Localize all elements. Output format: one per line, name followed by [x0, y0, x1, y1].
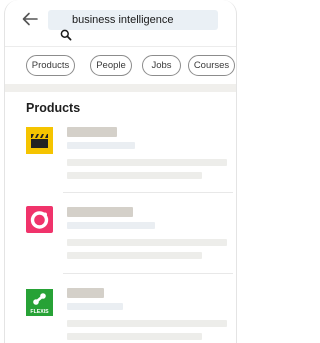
arrow-left-icon: [22, 12, 38, 26]
clapperboard-icon: [31, 134, 48, 148]
item-divider: [63, 192, 233, 193]
svg-text:FLEXIS: FLEXIS: [30, 309, 49, 315]
flexis-logo: FLEXIS: [26, 289, 53, 316]
ring-logo: [26, 206, 53, 233]
search-icon[interactable]: [60, 29, 72, 41]
search-header: business intelligence: [5, 0, 236, 44]
search-input[interactable]: business intelligence: [48, 10, 218, 30]
subtitle-placeholder: [67, 222, 155, 229]
back-button[interactable]: [19, 9, 41, 29]
title-placeholder: [67, 288, 104, 298]
item-divider: [63, 273, 233, 274]
film-clapper-logo: [26, 127, 53, 154]
ring-icon: [30, 211, 49, 229]
text-placeholder: [67, 159, 227, 166]
text-placeholder: [67, 239, 227, 246]
filter-bar: Products People Jobs Courses: [5, 46, 236, 84]
text-placeholder: [67, 320, 227, 327]
section-title: Products: [26, 101, 81, 115]
text-placeholder: [67, 252, 202, 259]
section-divider: [5, 84, 236, 92]
filter-courses[interactable]: Courses: [188, 55, 235, 76]
title-placeholder: [67, 127, 117, 137]
filter-jobs[interactable]: Jobs: [142, 55, 181, 76]
subtitle-placeholder: [67, 303, 123, 310]
filter-products[interactable]: Products: [26, 55, 75, 76]
title-placeholder: [67, 207, 133, 217]
mobile-screen: business intelligence Products People Jo…: [4, 0, 237, 343]
text-placeholder: [67, 172, 202, 179]
filter-people[interactable]: People: [90, 55, 132, 76]
flexis-icon: FLEXIS: [30, 293, 49, 315]
text-placeholder: [67, 333, 202, 340]
subtitle-placeholder: [67, 142, 135, 149]
